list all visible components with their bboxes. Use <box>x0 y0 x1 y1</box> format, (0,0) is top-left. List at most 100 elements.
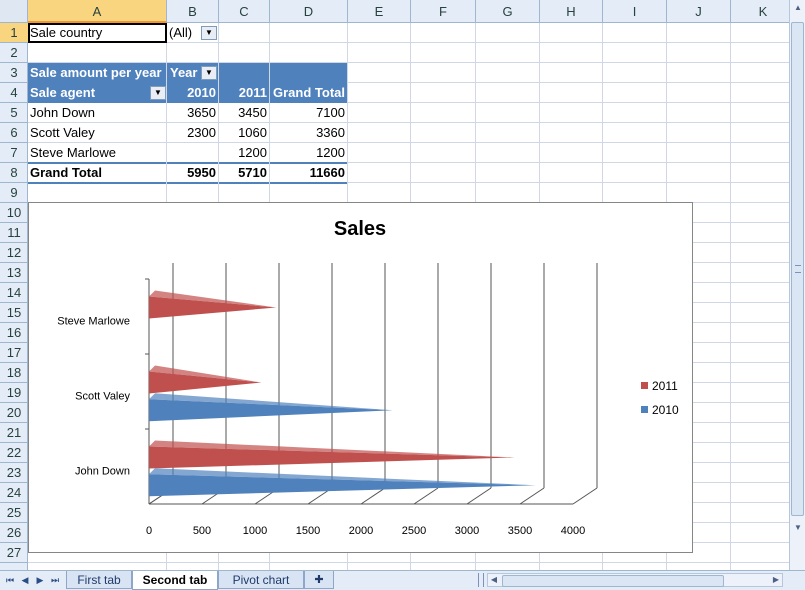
pivot-total[interactable]: 7100 <box>270 103 348 123</box>
row-header-20[interactable]: 20 <box>0 403 28 423</box>
row-header-18[interactable]: 18 <box>0 363 28 383</box>
column-header-c[interactable]: C <box>219 0 270 23</box>
pivot-agent[interactable]: Scott Valey <box>30 123 166 143</box>
dropdown-arrow-icon[interactable]: ▼ <box>201 66 217 80</box>
column-header-a[interactable]: A <box>28 0 167 23</box>
row-header-23[interactable]: 23 <box>0 463 28 483</box>
row-header-21[interactable]: 21 <box>0 423 28 443</box>
x-tick-label: 1000 <box>243 525 267 537</box>
last-sheet-icon[interactable]: ⏭ <box>50 574 60 586</box>
x-tick-label: 3500 <box>508 525 532 537</box>
x-tick-label: 2500 <box>402 525 426 537</box>
pivot-value[interactable]: 3650 <box>167 103 219 123</box>
column-header-f[interactable]: F <box>411 0 476 23</box>
row-header-6[interactable]: 6 <box>0 123 28 143</box>
row-header-5[interactable]: 5 <box>0 103 28 123</box>
column-header-e[interactable]: E <box>348 0 411 23</box>
pivot-total[interactable]: 1200 <box>270 143 348 163</box>
chart-floor-line <box>572 487 598 505</box>
row-header-1[interactable]: 1 <box>0 23 28 43</box>
scroll-down-icon[interactable]: ▼ <box>791 520 805 536</box>
row-header-9[interactable]: 9 <box>0 183 28 203</box>
pivot-value[interactable]: 2300 <box>167 123 219 143</box>
row-header-7[interactable]: 7 <box>0 143 28 163</box>
chart-title: Sales <box>334 218 386 240</box>
scroll-right-icon[interactable]: ▶ <box>770 574 782 586</box>
pivot-year-header: 2011 <box>238 85 267 100</box>
row-header-15[interactable]: 15 <box>0 303 28 323</box>
tab-split-handle[interactable] <box>478 573 484 587</box>
row-header-2[interactable]: 2 <box>0 43 28 63</box>
dropdown-arrow-icon[interactable]: ▼ <box>201 26 217 40</box>
scroll-up-icon[interactable]: ▲ <box>791 0 805 16</box>
pivot-grand-total-label[interactable]: Grand Total <box>30 163 166 183</box>
pivot-value[interactable]: 1060 <box>219 123 270 143</box>
pivot-total-header: Grand Total <box>273 85 345 100</box>
scroll-left-icon[interactable]: ◀ <box>488 574 500 586</box>
column-header-j[interactable]: J <box>667 0 731 23</box>
pivot-grand-total-value[interactable]: 11660 <box>270 163 348 183</box>
scrollbar-thumb[interactable] <box>791 22 804 516</box>
insert-sheet-icon[interactable]: ✚ <box>304 571 334 589</box>
horizontal-scrollbar[interactable]: ◀ ▶ <box>487 573 783 587</box>
row-header-bar: 1 2 3 4 5 6 7 8 9 10 11 12 13 14 15 16 17 18 19 20 21 22 23 24 2… <box>0 23 28 570</box>
dropdown-arrow-icon[interactable]: ▼ <box>150 86 166 100</box>
sales-chart[interactable]: Sales 0 500 1000 1500 2000 2500 3000 3500 4000 Joh… <box>28 202 693 553</box>
pivot-agent[interactable]: Steve Marlowe <box>30 143 166 163</box>
column-header-b[interactable]: B <box>167 0 219 23</box>
pivot-value[interactable]: 3450 <box>219 103 270 123</box>
pivot-grand-total-value[interactable]: 5950 <box>167 163 219 183</box>
x-tick-label: 1500 <box>296 525 320 537</box>
sheet-tab-bar: ⏮ ◀ ▶ ⏭ First tab Second tab Pivot chart… <box>0 570 805 590</box>
gridline <box>28 562 789 563</box>
legend-label: 2011 <box>652 379 678 393</box>
column-header-k[interactable]: K <box>731 0 796 23</box>
sheet-tab-pivot-chart[interactable]: Pivot chart <box>218 571 304 589</box>
x-tick-label: 2000 <box>349 525 373 537</box>
select-all-corner[interactable] <box>0 0 28 23</box>
horizontal-scrollbar-thumb[interactable] <box>502 575 724 587</box>
row-header-13[interactable]: 13 <box>0 263 28 283</box>
pivot-year-label: Year <box>170 65 198 80</box>
prev-sheet-icon[interactable]: ◀ <box>20 574 30 586</box>
pivot-value[interactable] <box>167 143 219 163</box>
column-header-bar: ABCDEFGHIJK <box>0 0 796 23</box>
row-header-17[interactable]: 17 <box>0 343 28 363</box>
chart-floor-line <box>519 487 545 505</box>
next-sheet-icon[interactable]: ▶ <box>35 574 45 586</box>
pivot-agent[interactable]: John Down <box>30 103 166 123</box>
x-tick-label: 4000 <box>561 525 585 537</box>
pivot-caption: Sale amount per year <box>30 63 166 83</box>
sheet-tab-second[interactable]: Second tab <box>132 571 218 590</box>
row-header-19[interactable]: 19 <box>0 383 28 403</box>
column-header-h[interactable]: H <box>540 0 603 23</box>
row-header-22[interactable]: 22 <box>0 443 28 463</box>
row-header-10[interactable]: 10 <box>0 203 28 223</box>
active-cell-outline <box>28 23 167 43</box>
pivot-grand-total-value[interactable]: 5710 <box>219 163 270 183</box>
row-header-14[interactable]: 14 <box>0 283 28 303</box>
row-header-3[interactable]: 3 <box>0 63 28 83</box>
row-header-8[interactable]: 8 <box>0 163 28 183</box>
pivot-value[interactable]: 1200 <box>219 143 270 163</box>
x-tick-label: 3000 <box>455 525 479 537</box>
category-label: Steve Marlowe <box>57 315 130 327</box>
chart-floor-line <box>413 487 439 505</box>
row-header-26[interactable]: 26 <box>0 523 28 543</box>
row-header-25[interactable]: 25 <box>0 503 28 523</box>
row-header-11[interactable]: 11 <box>0 223 28 243</box>
column-header-i[interactable]: I <box>603 0 667 23</box>
sheet-tab-first[interactable]: First tab <box>66 571 132 589</box>
vertical-scrollbar[interactable]: ▲ ▼ <box>789 0 805 570</box>
row-header-16[interactable]: 16 <box>0 323 28 343</box>
column-header-g[interactable]: G <box>476 0 540 23</box>
row-header-4[interactable]: 4 <box>0 83 28 103</box>
first-sheet-icon[interactable]: ⏮ <box>5 574 15 586</box>
row-header-24[interactable]: 24 <box>0 483 28 503</box>
pivot-total[interactable]: 3360 <box>270 123 348 143</box>
gridline <box>730 23 731 570</box>
column-header-d[interactable]: D <box>270 0 348 23</box>
row-header-27[interactable]: 27 <box>0 543 28 563</box>
row-header-12[interactable]: 12 <box>0 243 28 263</box>
filter-value-cell[interactable]: (All) <box>169 23 203 43</box>
